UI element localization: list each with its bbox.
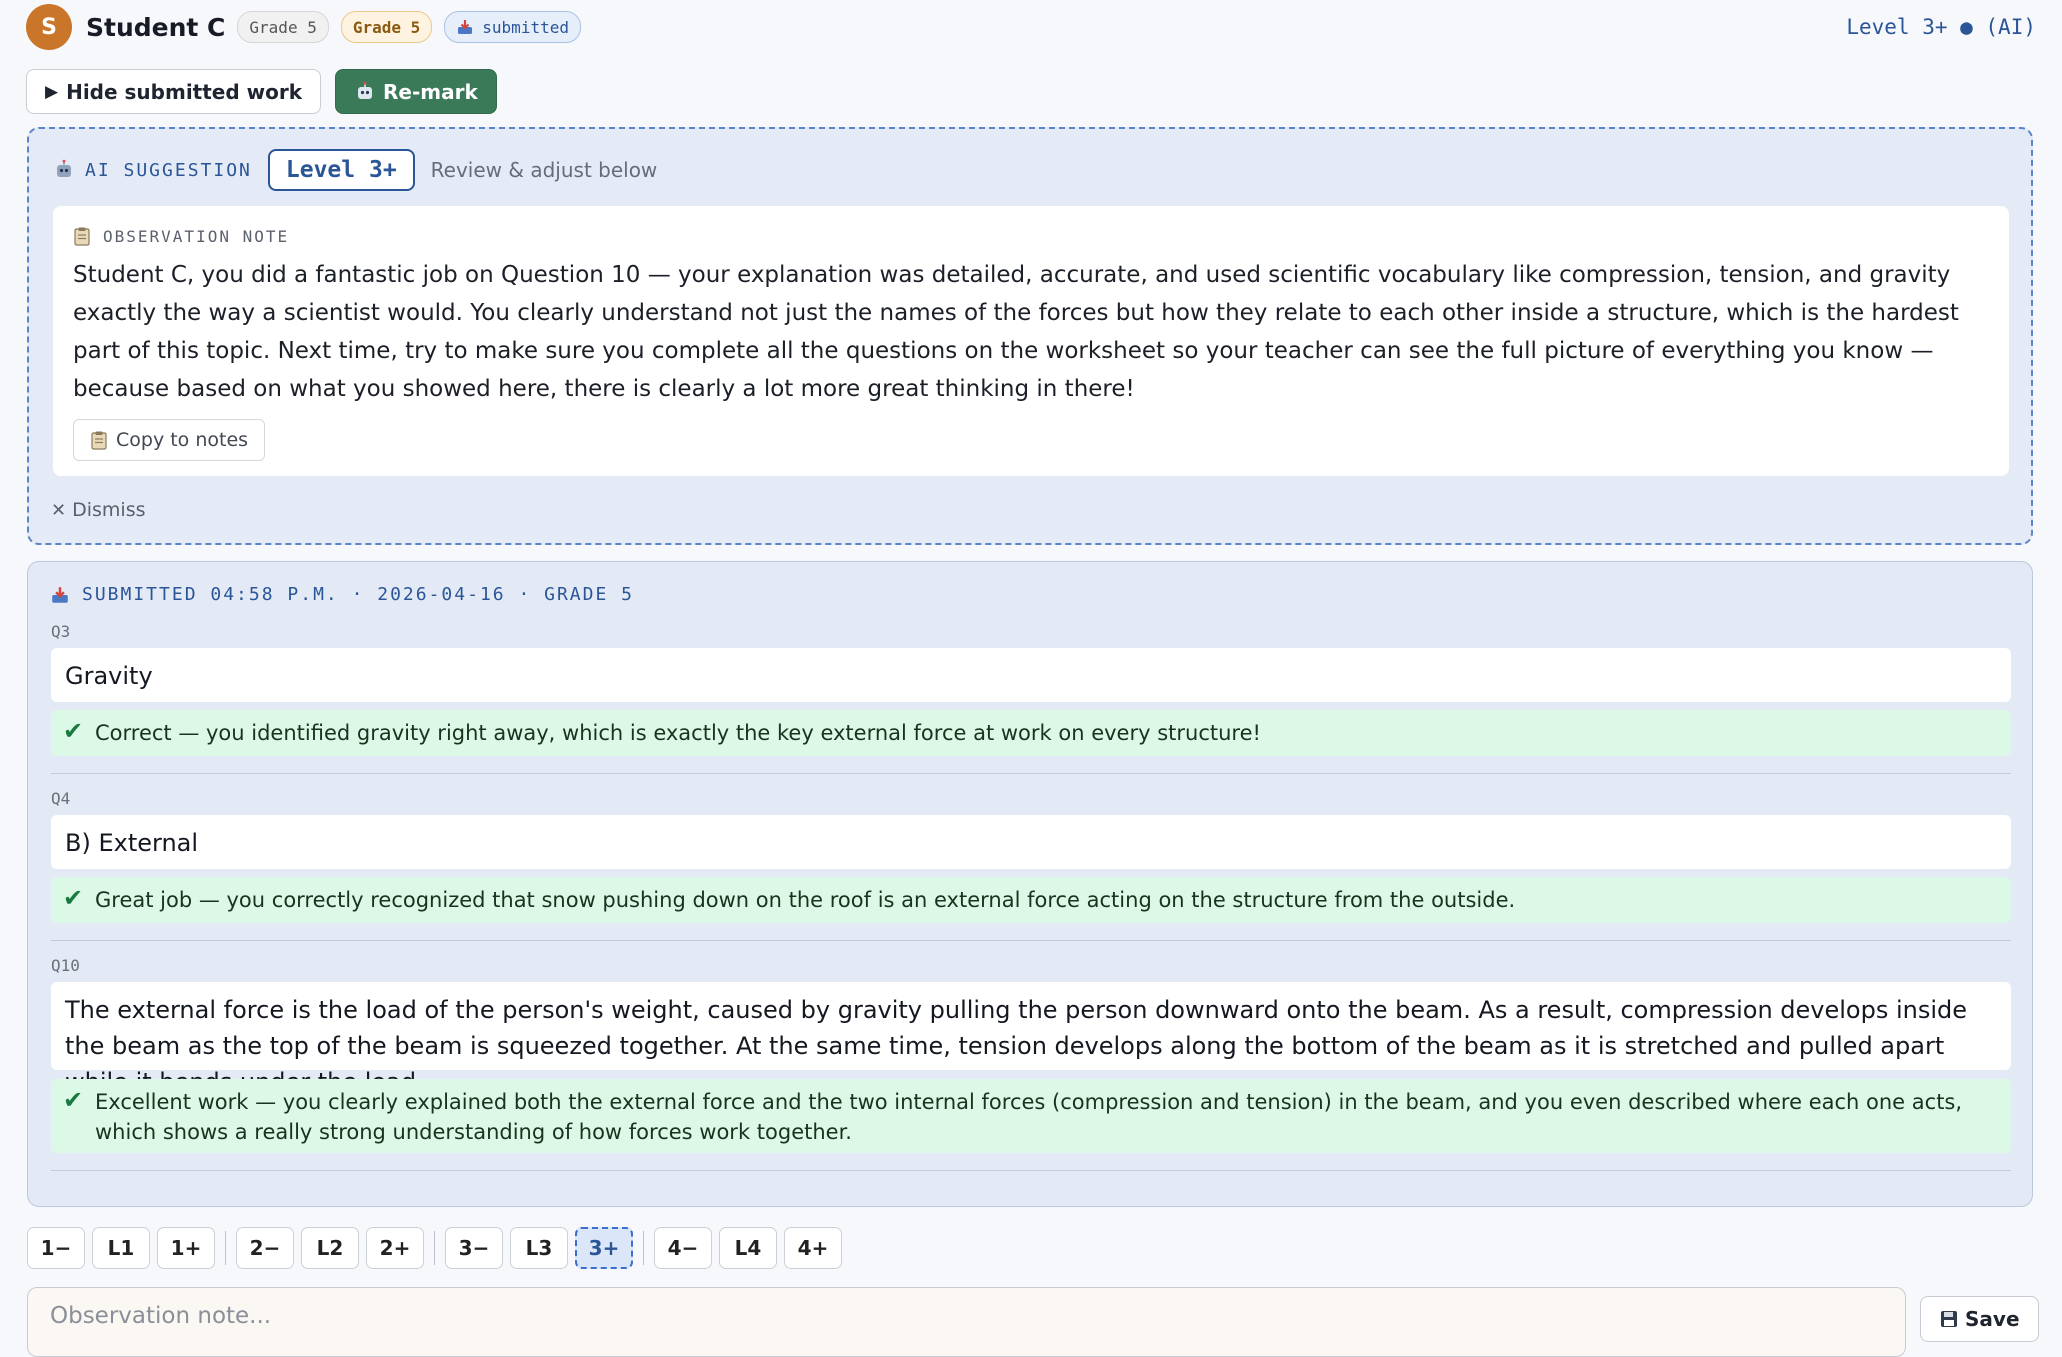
robot-icon (53, 159, 75, 181)
observation-note-text: Student C, you did a fantastic job on Qu… (73, 262, 1959, 402)
ai-suggestion-hint: Review & adjust below (430, 158, 658, 182)
level-group-separator (643, 1231, 644, 1265)
level-button-l3[interactable]: L3 (510, 1227, 568, 1269)
feedback-row: ✔ Great job — you correctly recognized t… (51, 877, 2011, 923)
check-icon: ✔ (63, 1086, 84, 1114)
current-level-indicator: Level 3+ ● (AI) (1846, 15, 2036, 39)
dismiss-button[interactable]: ✕ Dismiss (51, 499, 146, 521)
copy-to-notes-label: Copy to notes (116, 429, 249, 451)
toolbar: ▶ Hide submitted work Re-mark (26, 69, 497, 114)
divider (51, 1170, 2011, 1171)
avatar: S (26, 4, 72, 50)
observation-note-title: OBSERVATION NOTE (73, 226, 289, 246)
question-label: Q10 (51, 956, 80, 975)
status-badge: submitted (444, 11, 581, 43)
student-name: Student C (86, 12, 226, 42)
grade-badge-highlight: Grade 5 (340, 11, 433, 43)
student-answer: B) External (51, 815, 2011, 869)
feedback-text: Great job — you correctly recognized tha… (95, 888, 1516, 912)
hide-submitted-work-label: Hide submitted work (66, 79, 303, 104)
feedback-row: ✔ Excellent work — you clearly explained… (51, 1079, 2011, 1153)
level-button-l4[interactable]: L4 (719, 1227, 777, 1269)
copy-to-notes-button[interactable]: Copy to notes (73, 419, 266, 461)
student-header: S Student C Grade 5 Grade 5 submitted Le… (26, 4, 2036, 50)
level-button-1-plus[interactable]: 1+ (157, 1227, 215, 1269)
grade-badge: Grade 5 (237, 11, 329, 43)
level-button-4-plus[interactable]: 4+ (784, 1227, 842, 1269)
play-icon: ▶ (45, 81, 59, 102)
student-answer: Gravity (51, 648, 2011, 702)
question-label: Q4 (51, 789, 71, 808)
hide-submitted-work-button[interactable]: ▶ Hide submitted work (26, 69, 322, 114)
observation-note-field (27, 1287, 1906, 1357)
floppy-disk-icon (1939, 1309, 1959, 1329)
submission-header: SUBMITTED 04:58 P.M. · 2026-04-16 · GRAD… (50, 584, 634, 605)
feedback-text: Correct — you identified gravity right a… (95, 721, 1261, 745)
feedback-row: ✔ Correct — you identified gravity right… (51, 710, 2011, 756)
level-button-2-minus[interactable]: 2− (236, 1227, 294, 1269)
level-selector: 1− L1 1+ 2− L2 2+ 3− L3 3+ 4− L4 4+ (27, 1227, 849, 1269)
level-button-l1[interactable]: L1 (92, 1227, 150, 1269)
status-badge-label: submitted (482, 17, 569, 37)
check-icon: ✔ (63, 884, 84, 912)
observation-note-card: OBSERVATION NOTE Student C, you did a fa… (53, 206, 2009, 476)
save-label: Save (1965, 1307, 2020, 1331)
level-button-2-plus[interactable]: 2+ (366, 1227, 424, 1269)
clipboard-icon (73, 226, 91, 246)
level-button-1-minus[interactable]: 1− (27, 1227, 85, 1269)
feedback-text: Excellent work — you clearly explained b… (95, 1090, 1963, 1144)
ai-suggestion-label: AI SUGGESTION (85, 159, 252, 181)
save-button[interactable]: Save (1920, 1296, 2039, 1342)
check-icon: ✔ (63, 717, 84, 745)
submission-header-text: SUBMITTED 04:58 P.M. · 2026-04-16 · GRAD… (82, 584, 634, 605)
observation-note-title-text: OBSERVATION NOTE (103, 226, 290, 246)
ai-suggested-level: Level 3+ (267, 149, 415, 191)
close-icon: ✕ (51, 499, 67, 521)
re-mark-button[interactable]: Re-mark (335, 69, 497, 114)
inbox-tray-icon (456, 18, 474, 36)
clipboard-icon (90, 430, 108, 450)
level-button-4-minus[interactable]: 4− (654, 1227, 712, 1269)
ai-suggestion-header: AI SUGGESTION Level 3+ Review & adjust b… (53, 149, 657, 191)
level-button-3-minus[interactable]: 3− (445, 1227, 503, 1269)
level-group-separator (225, 1231, 226, 1265)
level-group-separator (434, 1231, 435, 1265)
level-button-l2[interactable]: L2 (301, 1227, 359, 1269)
dismiss-label: Dismiss (72, 499, 146, 521)
observation-note-input[interactable] (48, 1302, 1882, 1330)
student-answer: The external force is the load of the pe… (51, 982, 2011, 1096)
divider (51, 773, 2011, 774)
divider (51, 940, 2011, 941)
submitted-work-panel: SUBMITTED 04:58 P.M. · 2026-04-16 · GRAD… (27, 561, 2033, 1207)
question-label: Q3 (51, 622, 71, 641)
re-mark-label: Re-mark (383, 79, 478, 104)
level-button-3-plus[interactable]: 3+ (575, 1227, 633, 1269)
inbox-tray-icon (50, 585, 70, 605)
ai-suggestion-panel: AI SUGGESTION Level 3+ Review & adjust b… (27, 127, 2033, 545)
robot-icon (354, 81, 376, 103)
